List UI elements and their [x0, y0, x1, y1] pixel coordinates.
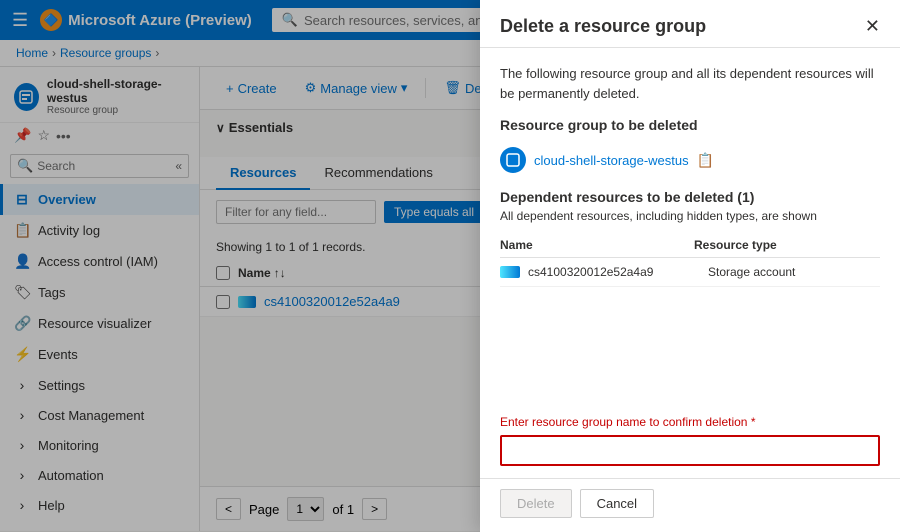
main-layout: cloud-shell-storage-westus Resource grou… — [0, 67, 900, 531]
dialog-confirm-section: Enter resource group name to confirm del… — [480, 415, 900, 478]
dialog-delete-button[interactable]: Delete — [500, 489, 572, 518]
dialog-footer: Delete Cancel — [480, 478, 900, 532]
required-indicator: * — [751, 415, 756, 429]
dialog-resource-item: cloud-shell-storage-westus 📋 — [500, 141, 880, 179]
dialog-close-button[interactable]: ✕ — [865, 16, 880, 37]
dialog-confirm-input[interactable] — [500, 435, 880, 466]
dialog-overlay: Delete a resource group ✕ The following … — [0, 0, 900, 532]
dialog-col-type: Resource type — [694, 238, 880, 252]
dialog-warning: The following resource group and all its… — [500, 64, 880, 103]
dialog-resource-icon — [500, 147, 526, 173]
dialog-body: The following resource group and all its… — [480, 48, 900, 415]
dialog-col-name: Name — [500, 238, 686, 252]
dialog-title: Delete a resource group — [500, 16, 706, 37]
dialog-confirm-label: Enter resource group name to confirm del… — [500, 415, 880, 429]
dialog-row-icon — [500, 266, 520, 278]
dialog-header: Delete a resource group ✕ — [480, 0, 900, 48]
dependent-subtitle: All dependent resources, including hidde… — [500, 209, 880, 223]
dependent-section-title: Dependent resources to be deleted (1) — [500, 189, 880, 205]
dialog-resource-name: cloud-shell-storage-westus — [534, 153, 689, 168]
dialog-cancel-button[interactable]: Cancel — [580, 489, 654, 518]
dialog-table-row: cs4100320012e52a4a9 Storage account — [500, 258, 880, 287]
delete-dialog: Delete a resource group ✕ The following … — [480, 0, 900, 532]
dialog-row-type: Storage account — [708, 265, 880, 279]
dialog-table-header: Name Resource type — [500, 233, 880, 258]
resource-group-section-title: Resource group to be deleted — [500, 117, 880, 133]
copy-icon[interactable]: 📋 — [697, 152, 714, 169]
dialog-row-name: cs4100320012e52a4a9 — [528, 265, 700, 279]
